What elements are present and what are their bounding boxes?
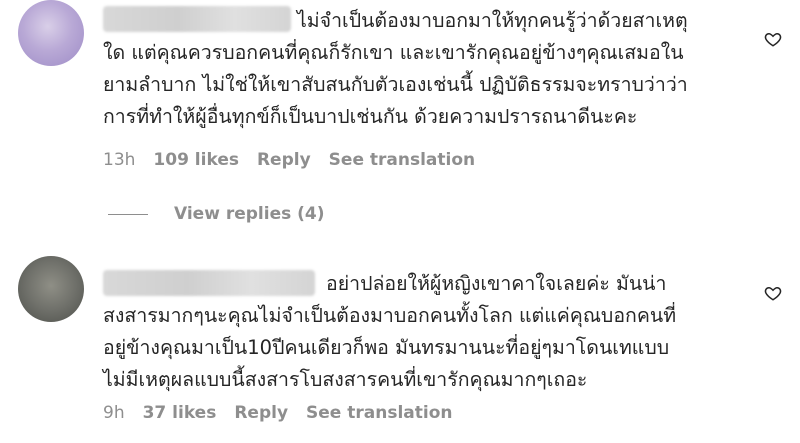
comment-meta: 9h 37 likes Reply See translation bbox=[103, 403, 453, 423]
comment-line: สงสารมากๆนะคุณไม่จำเป็นต้องมาบอกคนทั้งโล… bbox=[103, 304, 677, 327]
heart-outline-icon[interactable] bbox=[764, 284, 782, 302]
divider-line bbox=[108, 213, 148, 215]
see-translation-button[interactable]: See translation bbox=[306, 403, 452, 423]
comment-line: อยู่ข้างคุณมาเป็น10ปีคนเดียวก็พอ มันทรมา… bbox=[103, 336, 670, 359]
avatar[interactable] bbox=[18, 0, 84, 66]
comment-time: 9h bbox=[103, 403, 125, 423]
see-translation-button[interactable]: See translation bbox=[329, 150, 475, 170]
comment-line: อย่าปล่อยให้ผู้หญิงเขาคาใจเลยค่ะ มันน่า bbox=[326, 272, 667, 295]
comment-meta: 13h 109 likes Reply See translation bbox=[103, 150, 475, 170]
view-replies-label: View replies (4) bbox=[174, 204, 325, 224]
comment-line: ไม่มีเหตุผลแบบนี้สงสารโบสงสารคนที่เขารัก… bbox=[103, 368, 588, 391]
comment-line: การที่ทำให้ผู้อื่นทุกข์ก็เป็นบาปเช่นกัน … bbox=[103, 105, 638, 128]
comment-line: ไม่จำเป็นต้องมาบอกมาให้ทุกคนรู้ว่าด้วยสา… bbox=[297, 9, 688, 32]
view-replies-button[interactable]: View replies (4) bbox=[108, 204, 325, 224]
comment-line: ยามลำบาก ไม่ใช่ให้เขาสับสนกับตัวเองเช่นน… bbox=[103, 73, 688, 96]
likes-count[interactable]: 109 likes bbox=[153, 150, 239, 170]
comment-time: 13h bbox=[103, 150, 136, 170]
reply-button[interactable]: Reply bbox=[257, 150, 311, 170]
likes-count[interactable]: 37 likes bbox=[143, 403, 217, 423]
comment-text: อย่าปล่อยให้ผู้หญิงเขาคาใจเลยค่ะ มันน่า … bbox=[103, 268, 743, 396]
reply-button[interactable]: Reply bbox=[234, 403, 288, 423]
avatar[interactable] bbox=[18, 256, 84, 322]
heart-outline-icon[interactable] bbox=[764, 30, 782, 48]
comment-line: ใด แต่คุณควรบอกคนที่คุณก็รักเขา และเขารั… bbox=[103, 41, 684, 64]
comment-text: ไม่จำเป็นต้องมาบอกมาให้ทุกคนรู้ว่าด้วยสา… bbox=[103, 5, 743, 133]
